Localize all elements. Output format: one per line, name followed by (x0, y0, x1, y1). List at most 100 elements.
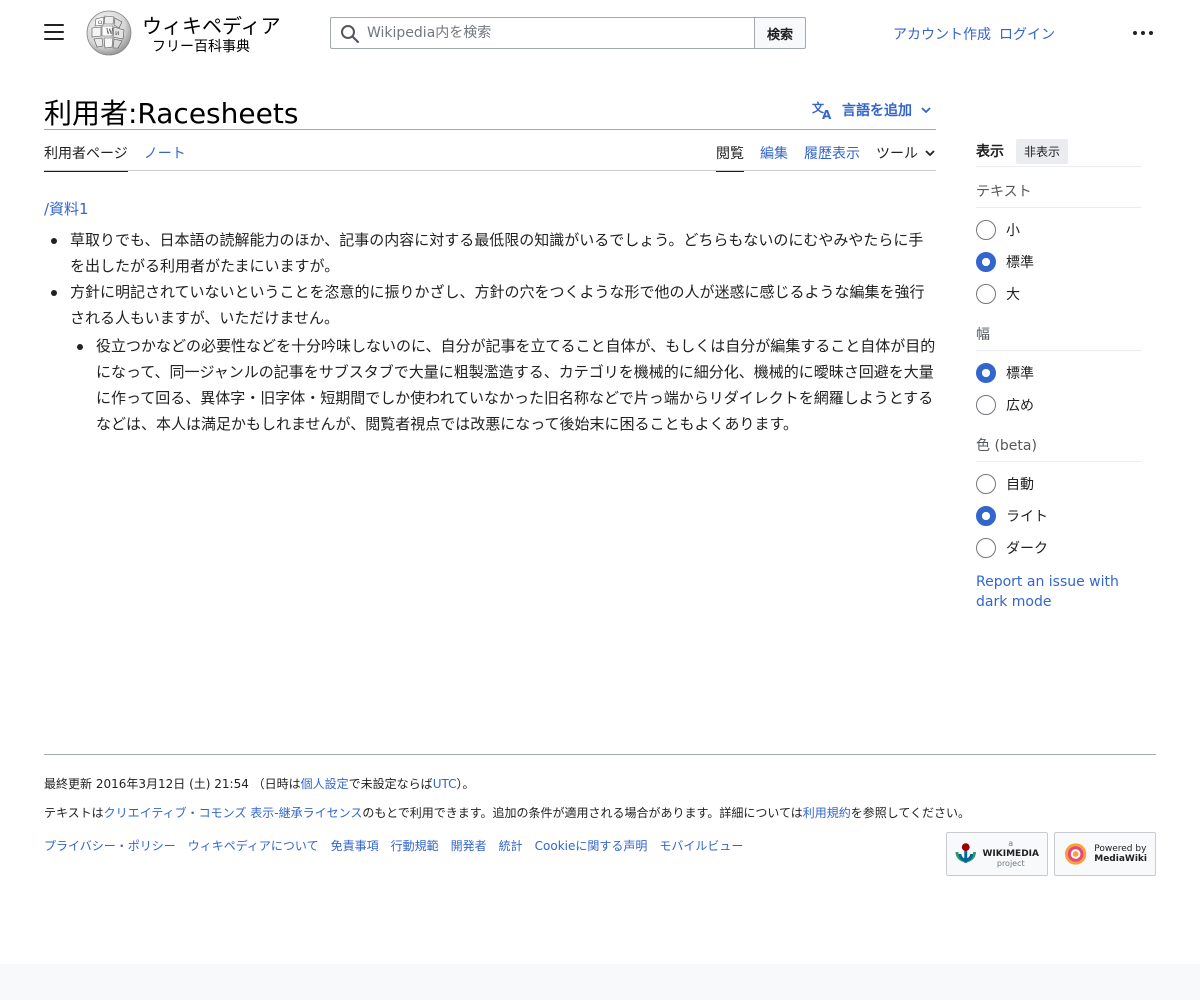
text-size-option[interactable]: 小 (976, 214, 1141, 246)
footer-link[interactable]: ウィキペディアについて (188, 837, 319, 854)
svg-text:W: W (106, 28, 114, 36)
footer-link[interactable]: 統計 (499, 837, 523, 854)
wikipedia-globe-logo[interactable]: Ω W И (84, 9, 134, 57)
menu-bar (44, 38, 64, 40)
width-label: 幅 (976, 324, 1141, 351)
tab-user-page[interactable]: 利用者ページ (44, 143, 128, 172)
text-size-options: 小標準大 (976, 208, 1141, 310)
article-body: /資料1 草取りでも、日本語の読解能力のほか、記事の内容に対する最低限の知識がい… (44, 196, 936, 437)
login-link[interactable]: ログイン (999, 24, 1055, 44)
badge-line: project (996, 859, 1025, 868)
color-option[interactable]: ライト (976, 500, 1141, 532)
add-languages-label: 言語を追加 (842, 103, 912, 119)
text-size-option[interactable]: 標準 (976, 246, 1141, 278)
radio-button[interactable] (976, 252, 996, 272)
search-box (330, 17, 755, 49)
color-options: 自動 ライト ダーク (976, 462, 1141, 564)
terms-of-use-link[interactable]: 利用規約 (803, 806, 851, 820)
footer-link[interactable]: 行動規範 (391, 837, 439, 854)
text-size-option-label: 標準 (1006, 255, 1034, 271)
page-bottom-band (0, 964, 1200, 1000)
mediawiki-badge-text: Powered by MediaWiki (1094, 844, 1147, 864)
menu-bar (44, 24, 64, 26)
last-edited-info: 最終更新 2016年3月12日 (土) 21:54 （日時は個人設定で未設定なら… (44, 775, 475, 792)
tabs-divider (44, 170, 936, 171)
view-tabs: 閲覧 編集 履歴表示 ツール (716, 143, 936, 172)
last-edit-middle: で未設定ならば (348, 777, 433, 791)
width-option[interactable]: 標準 (976, 357, 1141, 389)
radio-button[interactable] (976, 506, 996, 526)
list-item: 草取りでも、日本語の読解能力のほか、記事の内容に対する最低限の知識がいるでしょう… (44, 227, 936, 279)
hide-appearance-button[interactable]: 非表示 (1016, 138, 1069, 164)
search-button[interactable]: 検索 (754, 17, 806, 49)
nested-bullet-list: 役立つかなどの必要性などを十分吟味しないのに、自分が記事を立てること自体が、もし… (70, 333, 936, 437)
color-option-label: 自動 (1006, 477, 1034, 493)
list-item: 方針に明記されていないということを恣意的に振りかざし、方針の穴をつくような形で他… (44, 279, 936, 437)
footer-link[interactable]: プライバシー・ポリシー (44, 837, 176, 854)
create-account-link[interactable]: アカウント作成 (893, 24, 991, 44)
wikimedia-badge-text: a WIKIMEDIA project (983, 839, 1040, 869)
color-option-label: ダーク (1006, 541, 1048, 557)
color-option-label: ライト (1006, 509, 1048, 525)
add-languages-button[interactable]: 文 A 言語を追加 (812, 100, 932, 120)
wikipedia-tagline: フリー百科事典 (152, 39, 250, 55)
color-option[interactable]: 自動 (976, 468, 1141, 500)
color-label: 色 (beta) (976, 435, 1141, 462)
appearance-heading: 表示 (976, 144, 1004, 160)
list-item: 役立つかなどの必要性などを十分吟味しないのに、自分が記事を立てること自体が、もし… (70, 333, 936, 437)
page-title: 利用者:Racesheets (44, 97, 299, 130)
radio-button[interactable] (976, 395, 996, 415)
more-options-icon[interactable] (1133, 31, 1153, 35)
report-dark-mode-link[interactable]: Report an issue with dark mode (976, 572, 1141, 612)
tab-talk[interactable]: ノート (144, 143, 186, 172)
footer-links: プライバシー・ポリシー ウィキペディアについて 免責事項 行動規範 開発者 統計 Cooki… (44, 837, 743, 854)
radio-button[interactable] (976, 284, 996, 304)
wikipedia-wordmark[interactable]: ウィキペディア (142, 10, 281, 39)
dot (1133, 31, 1137, 35)
subpage-link[interactable]: /資料1 (44, 196, 936, 222)
radio-button[interactable] (976, 220, 996, 240)
tab-edit[interactable]: 編集 (760, 143, 788, 170)
bullet-list: 草取りでも、日本語の読解能力のほか、記事の内容に対する最低限の知識がいるでしょう… (44, 227, 936, 437)
license-middle: のもとで利用できます。追加の条件が適用される場合があります。詳細については (362, 806, 803, 820)
menu-bar (44, 31, 64, 33)
cc-license-link[interactable]: クリエイティブ・コモンズ 表示-継承ライセンス (104, 806, 363, 820)
appearance-header: 表示 非表示 (976, 136, 1141, 167)
radio-button[interactable] (976, 363, 996, 383)
license-info: テキストはクリエイティブ・コモンズ 表示-継承ライセンスのもとで利用できます。追… (44, 804, 970, 821)
badge-line: MediaWiki (1094, 854, 1147, 864)
footer-link[interactable]: Cookieに関する声明 (535, 837, 648, 854)
chevron-down-icon (921, 107, 931, 114)
svg-text:И: И (115, 31, 120, 37)
footer-link[interactable]: 免責事項 (331, 837, 379, 854)
search-icon (341, 25, 360, 44)
search-input[interactable] (367, 18, 747, 48)
personal-settings-link[interactable]: 個人設定 (301, 777, 349, 791)
radio-button[interactable] (976, 474, 996, 494)
license-prefix: テキストは (44, 806, 104, 820)
width-option[interactable]: 広め (976, 389, 1141, 421)
color-option[interactable]: ダーク (976, 532, 1141, 564)
dot (1141, 31, 1145, 35)
footer-link[interactable]: 開発者 (451, 837, 487, 854)
radio-button[interactable] (976, 538, 996, 558)
tab-history[interactable]: 履歴表示 (804, 143, 860, 170)
footer-divider (44, 754, 1156, 755)
powered-by-mediawiki-badge[interactable]: Powered by MediaWiki (1054, 832, 1156, 876)
svg-text:Ω: Ω (98, 20, 102, 26)
wikimedia-project-badge[interactable]: a WIKIMEDIA project (946, 832, 1048, 876)
namespace-tabs: 利用者ページ ノート (44, 143, 186, 172)
language-icon: 文 A (812, 100, 832, 120)
wikimedia-logo-icon (955, 843, 977, 863)
tools-menu[interactable]: ツール (876, 143, 936, 170)
title-divider (44, 129, 936, 130)
list-item-text: 方針に明記されていないということを恣意的に振りかざし、方針の穴をつくような形で他… (70, 283, 925, 327)
utc-link[interactable]: UTC (433, 777, 457, 791)
footer-link[interactable]: モバイルビュー (659, 837, 743, 854)
tab-read[interactable]: 閲覧 (716, 143, 744, 172)
badge-line: Powered by (1094, 844, 1147, 854)
mediawiki-flower-icon (1064, 843, 1087, 865)
text-size-option-label: 小 (1006, 223, 1020, 239)
text-size-option[interactable]: 大 (976, 278, 1141, 310)
main-menu-button[interactable] (44, 24, 64, 42)
